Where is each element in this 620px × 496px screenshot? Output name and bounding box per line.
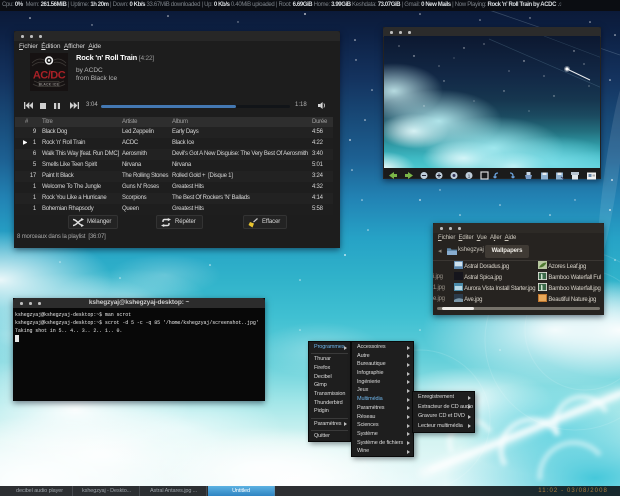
svg-text:AC/DC: AC/DC — [33, 70, 66, 82]
svg-text:BLACK ICE: BLACK ICE — [39, 83, 59, 87]
